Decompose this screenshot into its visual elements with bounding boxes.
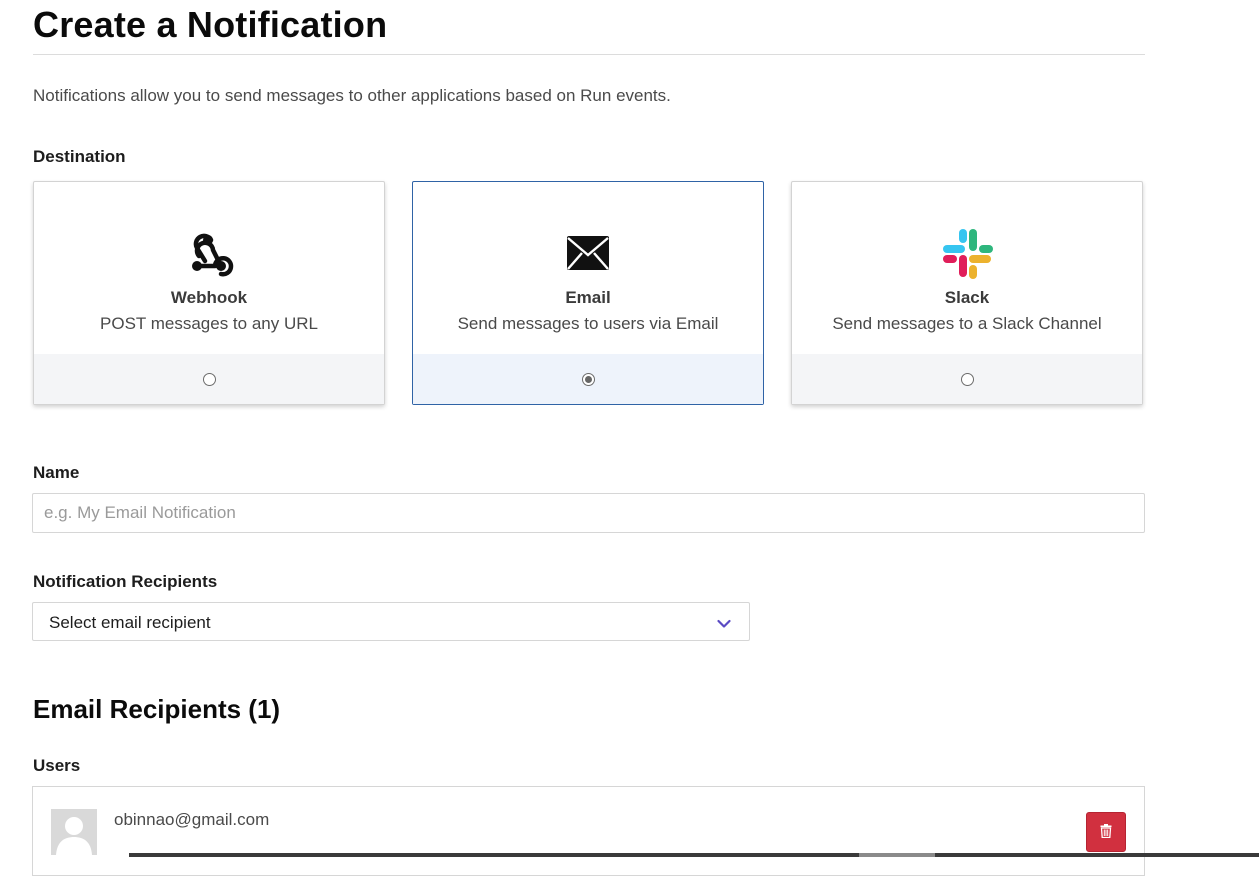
email-description: Send messages to users via Email [457,314,719,333]
user-email: obinnao@gmail.com [114,810,270,829]
webhook-title: Webhook [170,288,248,307]
slack-radio-area[interactable] [792,354,1142,404]
users-label: Users [33,756,81,775]
slack-logo-icon [792,228,1142,279]
slack-title: Slack [944,288,990,307]
slack-description: Send messages to a Slack Channel [832,314,1102,333]
destination-card-email[interactable]: Email Send messages to users via Email [412,181,764,405]
email-recipients-title: Email Recipients (1) [33,694,281,724]
webhook-radio-area[interactable] [34,354,384,404]
webhook-description: POST messages to any URL [100,314,318,333]
email-radio[interactable] [581,372,595,386]
chevron-down-icon[interactable] [717,616,731,634]
name-input[interactable] [32,493,1145,533]
scrollbar-thumb[interactable] [859,853,935,857]
email-radio-area[interactable] [413,354,763,404]
delete-user-button[interactable] [1086,812,1126,852]
email-title: Email [565,288,611,307]
email-recipient-select[interactable]: Select email recipient [32,602,750,641]
select-value: Select email recipient [49,613,211,632]
webhook-radio[interactable] [202,372,216,386]
trash-icon [1100,823,1112,841]
page-intro: Notifications allow you to send messages… [33,86,671,105]
user-placeholder-avatar [51,809,97,855]
webhook-icon [34,228,384,278]
slack-radio[interactable] [960,372,974,386]
users-list: obinnao@gmail.com [32,786,1145,876]
destination-card-slack[interactable]: Slack Send messages to a Slack Channel [791,181,1143,405]
envelope-icon [413,228,763,278]
horizontal-scrollbar[interactable] [129,853,1259,857]
title-divider [33,54,1145,55]
page-title: Create a Notification [33,4,388,45]
destination-label: Destination [33,147,126,166]
name-label: Name [33,463,80,482]
recipients-label: Notification Recipients [33,572,218,591]
destination-card-webhook[interactable]: Webhook POST messages to any URL [33,181,385,405]
